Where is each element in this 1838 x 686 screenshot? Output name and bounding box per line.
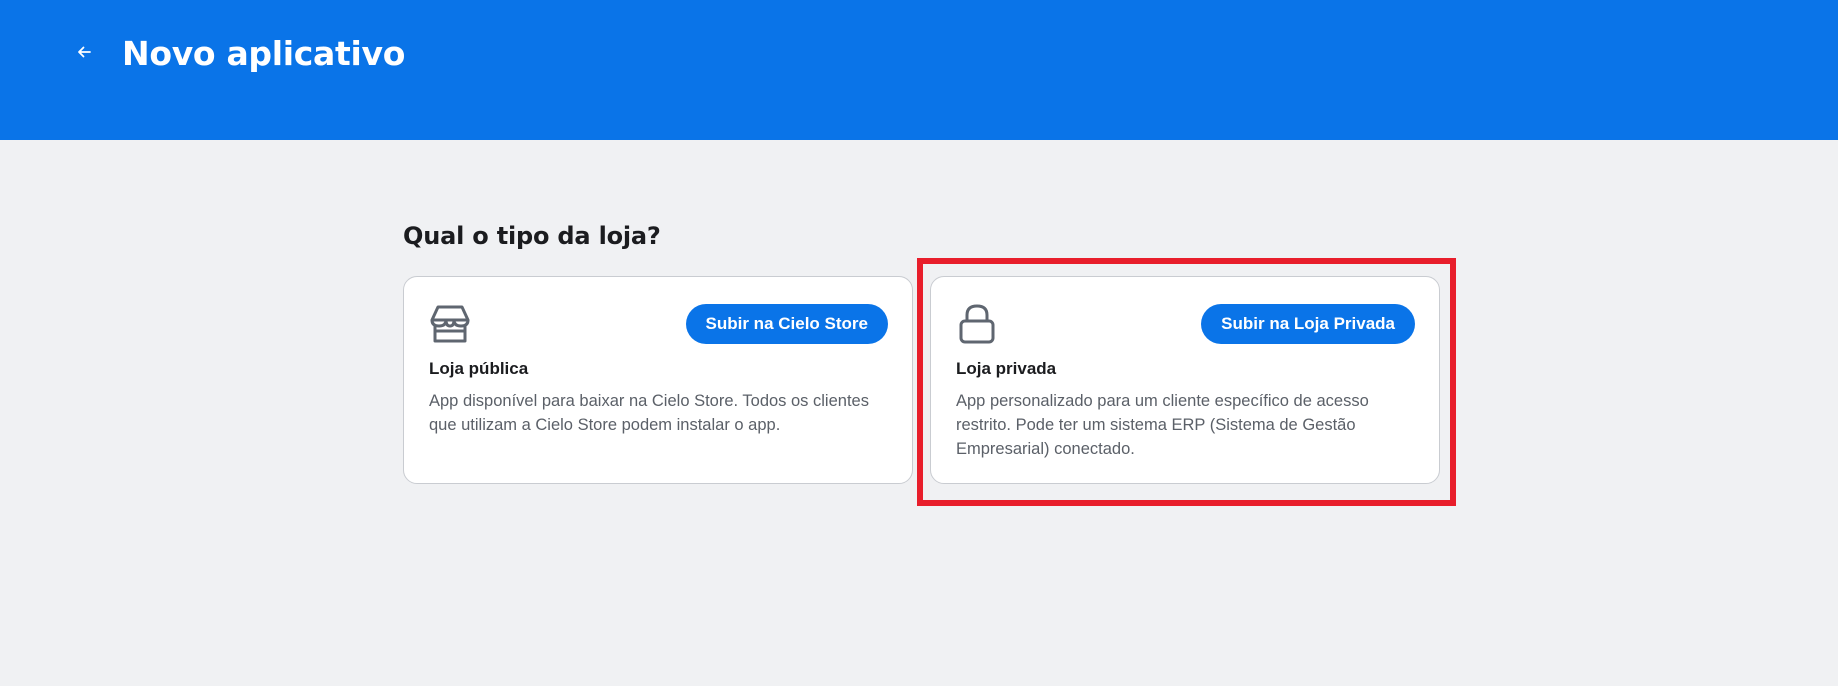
app-header: Novo aplicativo bbox=[0, 0, 1838, 140]
card-description: App disponível para baixar na Cielo Stor… bbox=[429, 392, 869, 434]
arrow-left-icon bbox=[78, 46, 91, 58]
card-title: Loja pública bbox=[429, 359, 529, 378]
card-title: Loja privada bbox=[956, 359, 1057, 378]
store-type-question: Qual o tipo da loja? bbox=[403, 222, 661, 250]
store-icon bbox=[430, 305, 470, 343]
page-title: Novo aplicativo bbox=[122, 34, 406, 73]
private-store-card: Subir na Loja Privada Loja privada App p… bbox=[930, 276, 1440, 484]
upload-cielo-store-button[interactable]: Subir na Cielo Store bbox=[685, 304, 888, 344]
lock-icon bbox=[959, 304, 995, 344]
public-store-card: Subir na Cielo Store Loja pública App di… bbox=[403, 276, 913, 484]
back-button[interactable] bbox=[68, 36, 100, 68]
card-description: App personalizado para um cliente especí… bbox=[956, 392, 1369, 458]
upload-private-store-button[interactable]: Subir na Loja Privada bbox=[1201, 304, 1415, 344]
